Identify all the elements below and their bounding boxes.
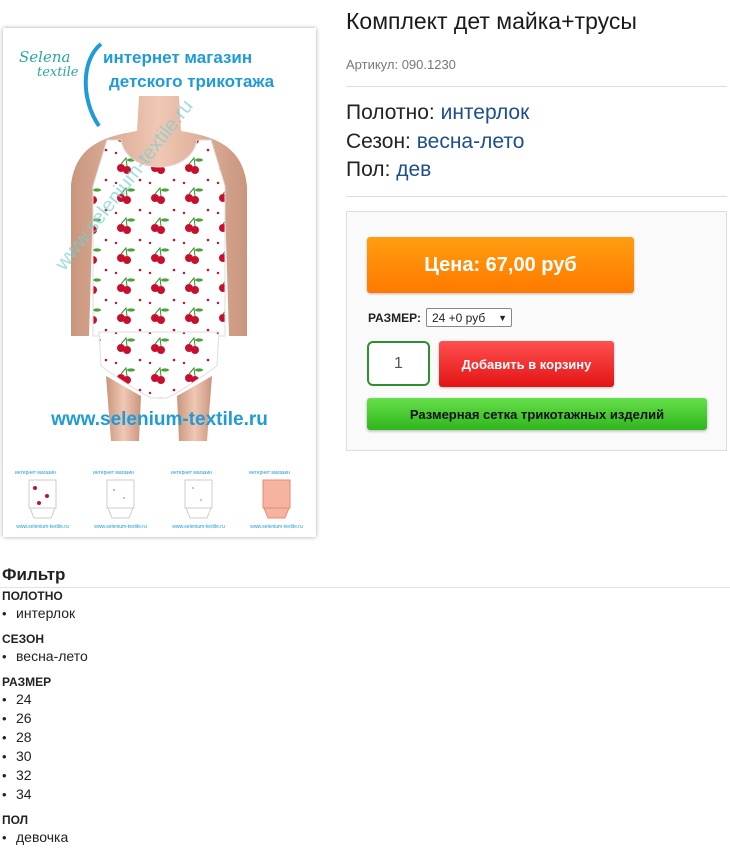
buy-box: Цена: 67,00 руб РАЗМЕР: 24 +0 руб ▼ 1 До… [346,211,727,451]
filter-option[interactable]: 30 [2,747,88,766]
thumbnail-caption: интернет магазин [171,470,212,476]
attribute-gender: Пол: дев [346,156,529,185]
attribute-season: Сезон: весна-лето [346,128,529,157]
thumbnail-caption: интернет магазин [15,470,56,476]
filter-option[interactable]: 28 [2,728,88,747]
attribute-value-link[interactable]: весна-лето [417,130,525,153]
filter-panel: ПОЛОТНО интерлок СЕЗОН весна-лето РАЗМЕР… [2,589,88,856]
size-grid-button[interactable]: Размерная сетка трикотажных изделий [367,398,707,430]
attribute-value-link[interactable]: интерлок [441,101,530,124]
price-button[interactable]: Цена: 67,00 руб [367,237,634,293]
filter-option[interactable]: 26 [2,709,88,728]
filter-title: Фильтр [2,565,66,584]
thumbnail-3[interactable]: интернет магазин www.selenium-textile.ru [167,466,230,532]
filter-group-season: СЕЗОН весна-лето [2,632,88,666]
attribute-label: Сезон: [346,129,417,153]
thumbnail-url: www.selenium-textile.ru [172,524,225,530]
size-row: РАЗМЕР: 24 +0 руб ▼ [368,308,512,327]
divider [0,587,730,588]
product-title: Комплект дет майка+трусы [346,8,637,34]
attribute-label: Пол: [346,158,397,181]
attribute-fabric: Полотно: интерлок [346,99,529,128]
filter-group-gender: ПОЛ девочка [2,813,88,847]
attribute-value-link[interactable]: дев [396,158,431,181]
dropdown-arrow-icon: ▼ [498,312,507,323]
image-site-url: www.selenium-textile.ru [51,409,268,430]
filter-option[interactable]: интерлок [2,604,88,623]
filter-option[interactable]: 24 [2,690,88,709]
filter-group-size: РАЗМЕР 24 26 28 30 32 34 [2,675,88,804]
product-image-card: Selena textile интернет магазин детского… [3,28,316,537]
thumbnail-1[interactable]: интернет магазин www.selenium-textile.ru [11,466,74,532]
thumbnail-4[interactable]: интернет магазин www.selenium-textile.ru [245,466,308,532]
filter-group-fabric: ПОЛОТНО интерлок [2,589,88,623]
product-sku: Артикул: 090.1230 [346,57,456,72]
divider [346,196,727,197]
filter-group-title: СЕЗОН [2,632,45,646]
thumbnail-url: www.selenium-textile.ru [16,524,69,530]
filter-option[interactable]: девочка [2,828,88,847]
filter-option[interactable]: 32 [2,766,88,785]
filter-group-title: ПОЛОТНО [2,589,63,603]
thumbnail-caption: интернет магазин [249,470,290,476]
thumbnail-caption: интернет магазин [93,470,134,476]
filter-option[interactable]: весна-лето [2,647,88,666]
mannequin-illustration [71,96,247,441]
attribute-label: Полотно: [346,101,441,124]
divider [346,86,727,87]
thumbnail-url: www.selenium-textile.ru [94,524,147,530]
thumbnail-strip: интернет магазин www.selenium-textile.ru… [11,466,308,532]
add-to-cart-button[interactable]: Добавить в корзину [439,341,614,387]
size-select[interactable]: 24 +0 руб ▼ [425,308,512,327]
size-label: РАЗМЕР: [368,310,421,325]
quantity-input[interactable]: 1 [367,341,430,386]
filter-group-title: ПОЛ [2,813,29,827]
product-attributes: Полотно: интерлок Сезон: весна-лето Пол:… [346,99,529,185]
size-selected-value: 24 +0 руб [431,310,486,325]
thumbnail-2[interactable]: интернет магазин www.selenium-textile.ru [89,466,152,532]
filter-group-title: РАЗМЕР [2,675,52,689]
filter-option[interactable]: 34 [2,785,88,804]
thumbnail-url: www.selenium-textile.ru [250,524,303,530]
product-main-image[interactable]: Selena textile интернет магазин детского… [11,36,308,461]
